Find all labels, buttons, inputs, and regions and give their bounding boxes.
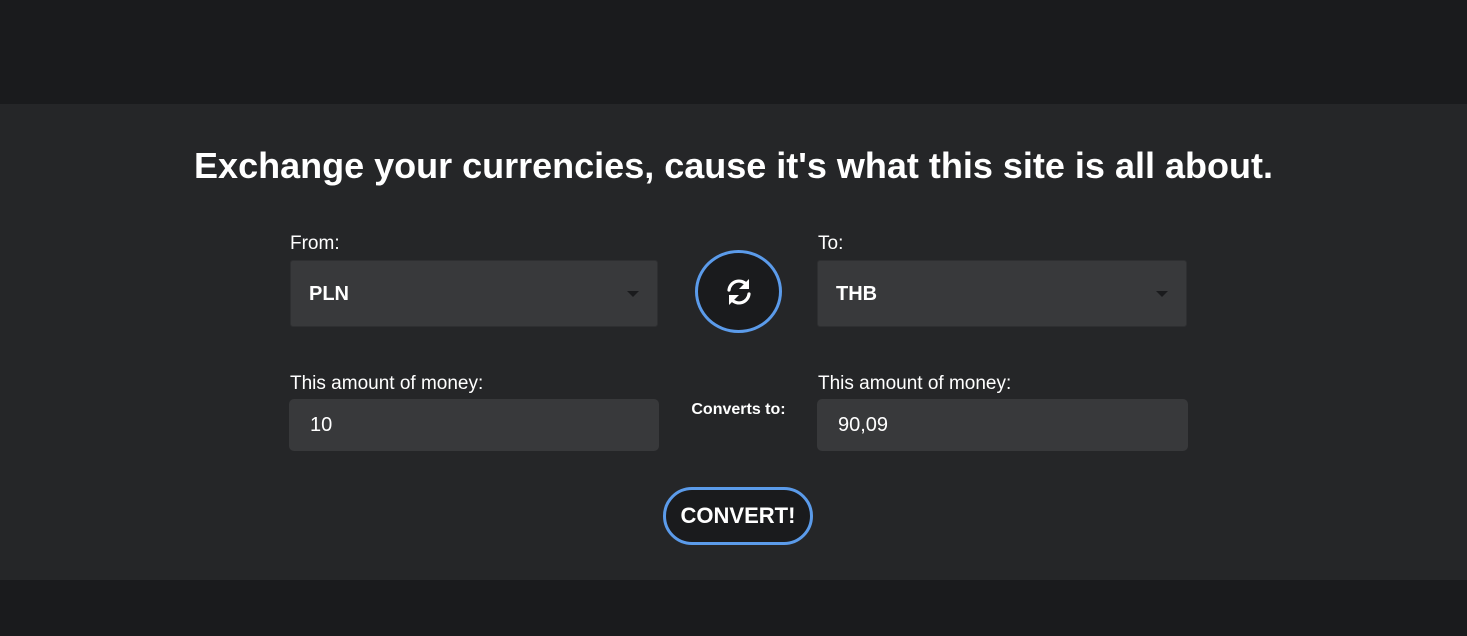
- from-currency-select[interactable]: PLN: [290, 260, 658, 327]
- to-label: To:: [818, 233, 844, 254]
- swap-arrows-icon: [727, 279, 751, 305]
- to-currency-value: THB: [836, 283, 878, 305]
- from-currency-value: PLN: [309, 283, 349, 305]
- to-currency-select[interactable]: THB: [817, 260, 1187, 327]
- to-amount-output[interactable]: [817, 399, 1188, 451]
- chevron-down-icon: [1156, 291, 1168, 297]
- swap-currencies-button[interactable]: [695, 250, 782, 333]
- page-title: Exchange your currencies, cause it's wha…: [194, 145, 1273, 186]
- convert-button[interactable]: CONVERT!: [663, 487, 813, 545]
- to-amount-label: This amount of money:: [818, 373, 1012, 394]
- from-label: From:: [290, 233, 340, 254]
- from-amount-input[interactable]: [289, 399, 659, 451]
- converts-to-label: Converts to:: [691, 401, 786, 418]
- chevron-down-icon: [627, 291, 639, 297]
- from-amount-label: This amount of money:: [290, 373, 484, 394]
- page: Exchange your currencies, cause it's wha…: [0, 0, 1467, 636]
